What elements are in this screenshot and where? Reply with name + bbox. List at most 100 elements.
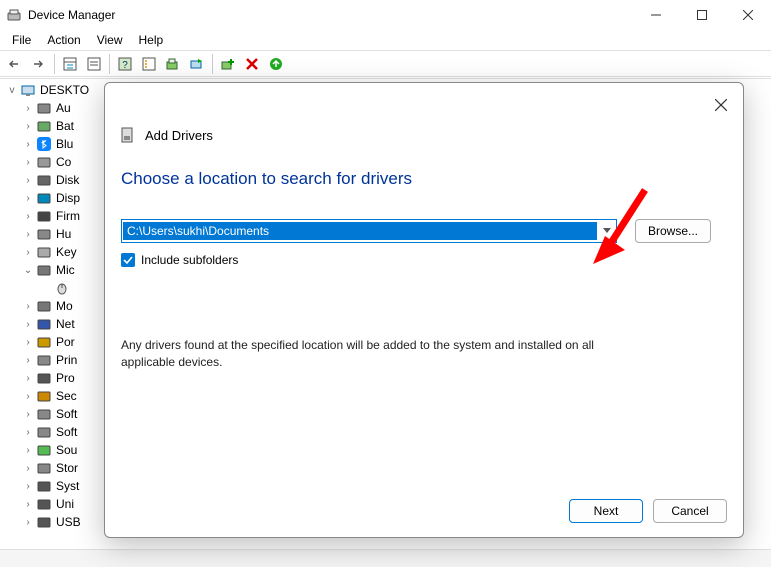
device-category-icon xyxy=(36,388,52,404)
expand-toggle[interactable]: › xyxy=(22,175,34,186)
tree-item-label: Hu xyxy=(56,227,71,241)
browse-button[interactable]: Browse... xyxy=(635,219,711,243)
include-subfolders-checkbox[interactable] xyxy=(121,253,135,267)
tree-item-label: Au xyxy=(56,101,71,115)
dialog-header-text: Add Drivers xyxy=(145,128,213,143)
app-icon xyxy=(6,7,22,23)
expand-toggle[interactable]: › xyxy=(22,355,34,366)
tree-item-label: Pro xyxy=(56,371,75,385)
menubar: File Action View Help xyxy=(0,30,771,50)
minimize-button[interactable] xyxy=(633,0,679,30)
device-category-icon xyxy=(36,406,52,422)
enable-device-button[interactable] xyxy=(265,53,287,75)
svg-text:?: ? xyxy=(122,60,128,71)
tree-item-label: Syst xyxy=(56,479,79,493)
expand-toggle[interactable]: › xyxy=(22,211,34,222)
tree-item-label: Stor xyxy=(56,461,78,475)
device-category-icon xyxy=(36,262,52,278)
scan-hardware-button[interactable] xyxy=(186,53,208,75)
device-category-icon xyxy=(54,280,70,296)
device-category-icon xyxy=(20,82,36,98)
expand-toggle[interactable]: › xyxy=(22,517,34,528)
tree-item-label: Key xyxy=(56,245,77,259)
add-driver-button[interactable] xyxy=(217,53,239,75)
expand-toggle[interactable]: › xyxy=(22,481,34,492)
tree-item-label: Sec xyxy=(56,389,77,403)
expand-toggle[interactable]: › xyxy=(22,409,34,420)
device-category-icon xyxy=(36,478,52,494)
device-category-icon xyxy=(36,460,52,476)
properties-button[interactable] xyxy=(83,53,105,75)
expand-toggle[interactable]: › xyxy=(22,337,34,348)
expand-toggle[interactable]: › xyxy=(22,193,34,204)
show-hide-tree-button[interactable] xyxy=(59,53,81,75)
tree-item-label: Por xyxy=(56,335,75,349)
expand-toggle[interactable]: › xyxy=(22,463,34,474)
back-button[interactable] xyxy=(4,53,26,75)
toolbar: ? xyxy=(0,51,771,77)
device-category-icon xyxy=(36,424,52,440)
device-category-icon xyxy=(36,190,52,206)
expand-toggle[interactable]: › xyxy=(22,499,34,510)
expand-toggle[interactable]: › xyxy=(22,445,34,456)
expand-toggle[interactable]: v xyxy=(6,85,18,96)
forward-button[interactable] xyxy=(28,53,50,75)
tree-item-label: Disk xyxy=(56,173,79,187)
tree-item-label: Uni xyxy=(56,497,74,511)
tree-item-label: Soft xyxy=(56,407,77,421)
device-category-icon xyxy=(36,334,52,350)
tree-item-label: Bat xyxy=(56,119,74,133)
update-driver-button[interactable] xyxy=(162,53,184,75)
remove-device-button[interactable] xyxy=(241,53,263,75)
expand-toggle[interactable]: › xyxy=(22,103,34,114)
expand-toggle[interactable]: › xyxy=(22,373,34,384)
tree-item-label: DESKTO xyxy=(40,83,89,97)
device-category-icon xyxy=(36,100,52,116)
device-category-icon xyxy=(36,496,52,512)
tree-item-label: Mo xyxy=(56,299,73,313)
path-combobox[interactable]: C:\Users\sukhi\Documents xyxy=(121,219,617,243)
device-category-icon xyxy=(36,136,52,152)
path-text[interactable]: C:\Users\sukhi\Documents xyxy=(123,222,597,240)
tree-item-label: Prin xyxy=(56,353,77,367)
device-category-icon xyxy=(36,172,52,188)
device-category-icon xyxy=(36,370,52,386)
dialog-header: Add Drivers xyxy=(105,83,743,151)
device-category-icon xyxy=(36,226,52,242)
tree-item-label: Net xyxy=(56,317,75,331)
titlebar: Device Manager xyxy=(0,0,771,30)
device-category-icon xyxy=(36,154,52,170)
path-dropdown-button[interactable] xyxy=(598,226,616,236)
device-category-icon xyxy=(36,298,52,314)
tree-item-label: Co xyxy=(56,155,71,169)
expand-toggle[interactable]: ⌄ xyxy=(22,265,34,276)
cancel-button[interactable]: Cancel xyxy=(653,499,727,523)
expand-toggle[interactable]: › xyxy=(22,247,34,258)
device-category-icon xyxy=(36,442,52,458)
help-button[interactable]: ? xyxy=(114,53,136,75)
expand-toggle[interactable]: › xyxy=(22,319,34,330)
expand-toggle[interactable]: › xyxy=(22,427,34,438)
menu-action[interactable]: Action xyxy=(39,31,88,49)
maximize-button[interactable] xyxy=(679,0,725,30)
tree-item-label: Blu xyxy=(56,137,73,151)
expand-toggle[interactable]: › xyxy=(22,121,34,132)
tree-item-label: Mic xyxy=(56,263,75,277)
menu-help[interactable]: Help xyxy=(131,31,172,49)
dialog-note: Any drivers found at the specified locat… xyxy=(121,337,641,371)
menu-file[interactable]: File xyxy=(4,31,39,49)
expand-toggle[interactable]: › xyxy=(22,157,34,168)
next-button[interactable]: Next xyxy=(569,499,643,523)
device-category-icon xyxy=(36,208,52,224)
close-button[interactable] xyxy=(725,0,771,30)
tree-item-label: Firm xyxy=(56,209,80,223)
menu-view[interactable]: View xyxy=(89,31,131,49)
dialog-close-button[interactable] xyxy=(707,91,735,119)
expand-toggle[interactable]: › xyxy=(22,139,34,150)
view-options-button[interactable] xyxy=(138,53,160,75)
expand-toggle[interactable]: › xyxy=(22,229,34,240)
dialog-title: Choose a location to search for drivers xyxy=(121,169,711,189)
tree-item-label: USB xyxy=(56,515,81,529)
expand-toggle[interactable]: › xyxy=(22,301,34,312)
expand-toggle[interactable]: › xyxy=(22,391,34,402)
